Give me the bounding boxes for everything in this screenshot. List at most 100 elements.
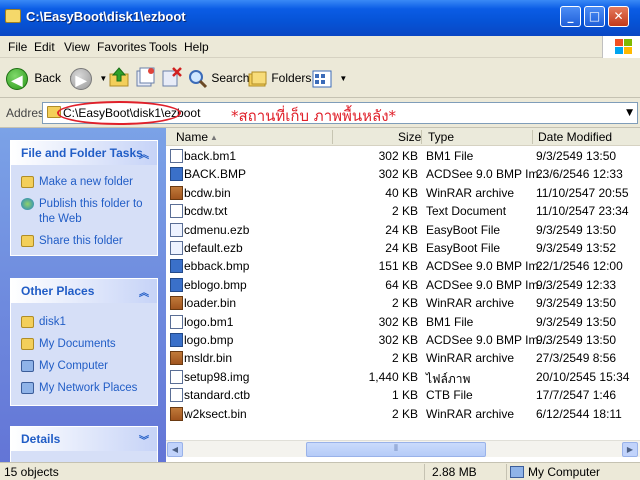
file-type: WinRAR archive	[426, 406, 515, 421]
collapse-chevron-icon[interactable]: ︽	[139, 146, 149, 161]
bmp-file-icon	[170, 333, 183, 347]
folder-icon	[21, 316, 34, 328]
file-date: 9/3/2549 13:52	[536, 241, 617, 255]
task-new-folder[interactable]: Make a new folder	[11, 175, 157, 190]
generic-file-icon	[170, 314, 183, 329]
panel-header[interactable]: Details ︾	[11, 427, 157, 451]
file-row[interactable]: setup98.img 1,440 KB ไฟล์ภาพ 20/10/2545 15:…	[166, 368, 640, 386]
file-row[interactable]: logo.bmp 302 KB ACDSee 9.0 BMP Im... 9/3/25…	[166, 331, 640, 349]
file-size: 302 KB	[378, 333, 418, 347]
menu-file[interactable]: File	[8, 40, 27, 54]
delete-icon[interactable]	[160, 66, 182, 88]
file-size: 302 KB	[378, 314, 418, 329]
file-type: BM1 File	[426, 149, 474, 163]
search-icon	[189, 69, 208, 88]
place-my-documents[interactable]: My Documents	[11, 337, 157, 352]
column-type[interactable]: Type	[428, 130, 454, 144]
place-my-network[interactable]: My Network Places	[11, 381, 157, 396]
file-row[interactable]: loader.bin 2 KB WinRAR archive 9/3/2549 13:…	[166, 294, 640, 312]
file-row[interactable]: standard.ctb 1 KB CTB File 17/7/2547 1:46	[166, 386, 640, 404]
file-row[interactable]: eblogo.bmp 64 KB ACDSee 9.0 BMP Im... 9/3/2…	[166, 276, 640, 294]
forward-button[interactable]: ▶ ▼	[70, 66, 107, 90]
file-row[interactable]: w2ksect.bin 2 KB WinRAR archive 6/12/2544 1…	[166, 405, 640, 423]
column-name[interactable]: Name	[176, 130, 208, 144]
address-bar: Address C:\EasyBoot\disk1\ezboot *สถานที…	[0, 98, 640, 128]
task-pane: File and Folder Tasks ︽ Make a new folde…	[0, 128, 166, 462]
status-size: 2.88 MB	[432, 465, 477, 479]
minimize-button[interactable]: _	[560, 6, 581, 27]
dropdown-arrow-icon[interactable]: ▼	[626, 108, 633, 118]
collapse-chevron-icon[interactable]: ︽	[139, 284, 149, 299]
menu-view[interactable]: View	[64, 40, 90, 54]
file-date: 22/1/2546 12:00	[536, 259, 623, 274]
task-publish-web[interactable]: Publish this folder to the Web	[11, 197, 157, 227]
other-places-panel: Other Places ︽ disk1 My Documents My Com…	[10, 278, 158, 406]
maximize-button[interactable]: □	[584, 6, 605, 27]
network-icon	[21, 382, 34, 394]
file-date: 9/3/2549 13:50	[536, 296, 617, 311]
ezb-file-icon	[170, 241, 183, 255]
file-row[interactable]: bcdw.txt 2 KB Text Document 11/10/2547 23:3…	[166, 202, 640, 220]
file-size: 2 KB	[391, 351, 418, 366]
file-date: 11/10/2547 20:55	[536, 185, 629, 200]
scroll-right-button[interactable]: ▶	[622, 442, 638, 457]
scroll-left-button[interactable]: ◀	[167, 442, 183, 457]
generic-file-icon	[170, 369, 183, 384]
file-date: 9/3/2549 13:50	[536, 149, 617, 163]
file-row[interactable]: default.ezb 24 KB EasyBoot File 9/3/2549 13…	[166, 239, 640, 257]
status-location: My Computer	[528, 465, 601, 479]
address-input[interactable]: C:\EasyBoot\disk1\ezboot *สถานที่เก็บ ภา…	[42, 101, 638, 125]
search-button[interactable]: Search	[188, 66, 249, 90]
place-my-computer[interactable]: My Computer	[11, 359, 157, 374]
file-date: 20/10/2545 15:34	[536, 369, 630, 384]
file-type: ACDSee 9.0 BMP Im...	[426, 333, 549, 347]
documents-folder-icon	[21, 338, 34, 350]
expand-chevron-icon[interactable]: ︾	[139, 432, 149, 447]
panel-header[interactable]: File and Folder Tasks ︽	[11, 141, 157, 165]
place-disk1[interactable]: disk1	[11, 315, 157, 330]
bmp-file-icon	[170, 277, 183, 292]
menu-edit[interactable]: Edit	[34, 40, 55, 54]
file-row[interactable]: BACK.BMP 302 KB ACDSee 9.0 BMP Im... 23/6/2…	[166, 165, 640, 183]
status-bar: 15 objects 2.88 MB My Computer	[0, 462, 640, 480]
file-row[interactable]: bcdw.bin 40 KB WinRAR archive 11/10/2547 20…	[166, 184, 640, 202]
file-name: BACK.BMP	[184, 167, 247, 182]
folders-button[interactable]: Folders	[248, 66, 311, 90]
file-date: 9/3/2549 13:50	[536, 314, 617, 329]
menu-favorites[interactable]: Favorites	[97, 40, 146, 54]
bmp-file-icon	[170, 259, 183, 274]
views-button[interactable]: ▼	[312, 66, 347, 90]
file-row[interactable]: cdmenu.ezb 24 KB EasyBoot File 9/3/2549 13:…	[166, 221, 640, 239]
file-row[interactable]: logo.bm1 302 KB BM1 File 9/3/2549 13:50	[166, 313, 640, 331]
up-folder-icon[interactable]	[108, 66, 130, 88]
share-folder-icon	[21, 235, 34, 247]
file-name: msldr.bin	[184, 351, 233, 366]
file-name: cdmenu.ezb	[184, 222, 250, 237]
file-date: 6/12/2544 18:11	[536, 406, 622, 421]
menu-tools[interactable]: Tools	[149, 40, 177, 54]
views-icon	[312, 70, 332, 88]
back-arrow-icon: ◀	[6, 67, 28, 90]
rar-file-icon	[170, 351, 183, 366]
column-size[interactable]: Size	[398, 130, 421, 144]
horizontal-scrollbar[interactable]: ◀ ⦀ ▶	[166, 440, 640, 457]
file-row[interactable]: back.bm1 302 KB BM1 File 9/3/2549 13:50	[166, 147, 640, 165]
annotation-text: *สถานที่เก็บ ภาพพื้นหลัง*	[231, 107, 397, 125]
file-row[interactable]: msldr.bin 2 KB WinRAR archive 27/3/2549 8:5…	[166, 349, 640, 367]
file-row[interactable]: ebback.bmp 151 KB ACDSee 9.0 BMP Im... 22/1…	[166, 257, 640, 275]
rar-file-icon	[170, 185, 183, 200]
menu-help[interactable]: Help	[184, 40, 209, 54]
scroll-thumb[interactable]: ⦀	[306, 442, 486, 457]
file-list: Name ▲ Size Type Date Modified back.bm1 3…	[166, 128, 640, 462]
window-title: C:\EasyBoot\disk1\ezboot	[26, 9, 186, 24]
task-share-folder[interactable]: Share this folder	[11, 234, 157, 249]
file-size: 1,440 KB	[368, 369, 418, 384]
back-button[interactable]: ◀ Back ▼	[6, 66, 76, 90]
close-button[interactable]: ✕	[608, 6, 629, 27]
folders-icon	[248, 71, 267, 87]
panel-header[interactable]: Other Places ︽	[11, 279, 157, 303]
forward-arrow-icon: ▶	[70, 67, 92, 90]
move-to-icon[interactable]	[134, 66, 156, 88]
file-type: EasyBoot File	[426, 222, 501, 237]
column-date[interactable]: Date Modified	[538, 130, 612, 144]
